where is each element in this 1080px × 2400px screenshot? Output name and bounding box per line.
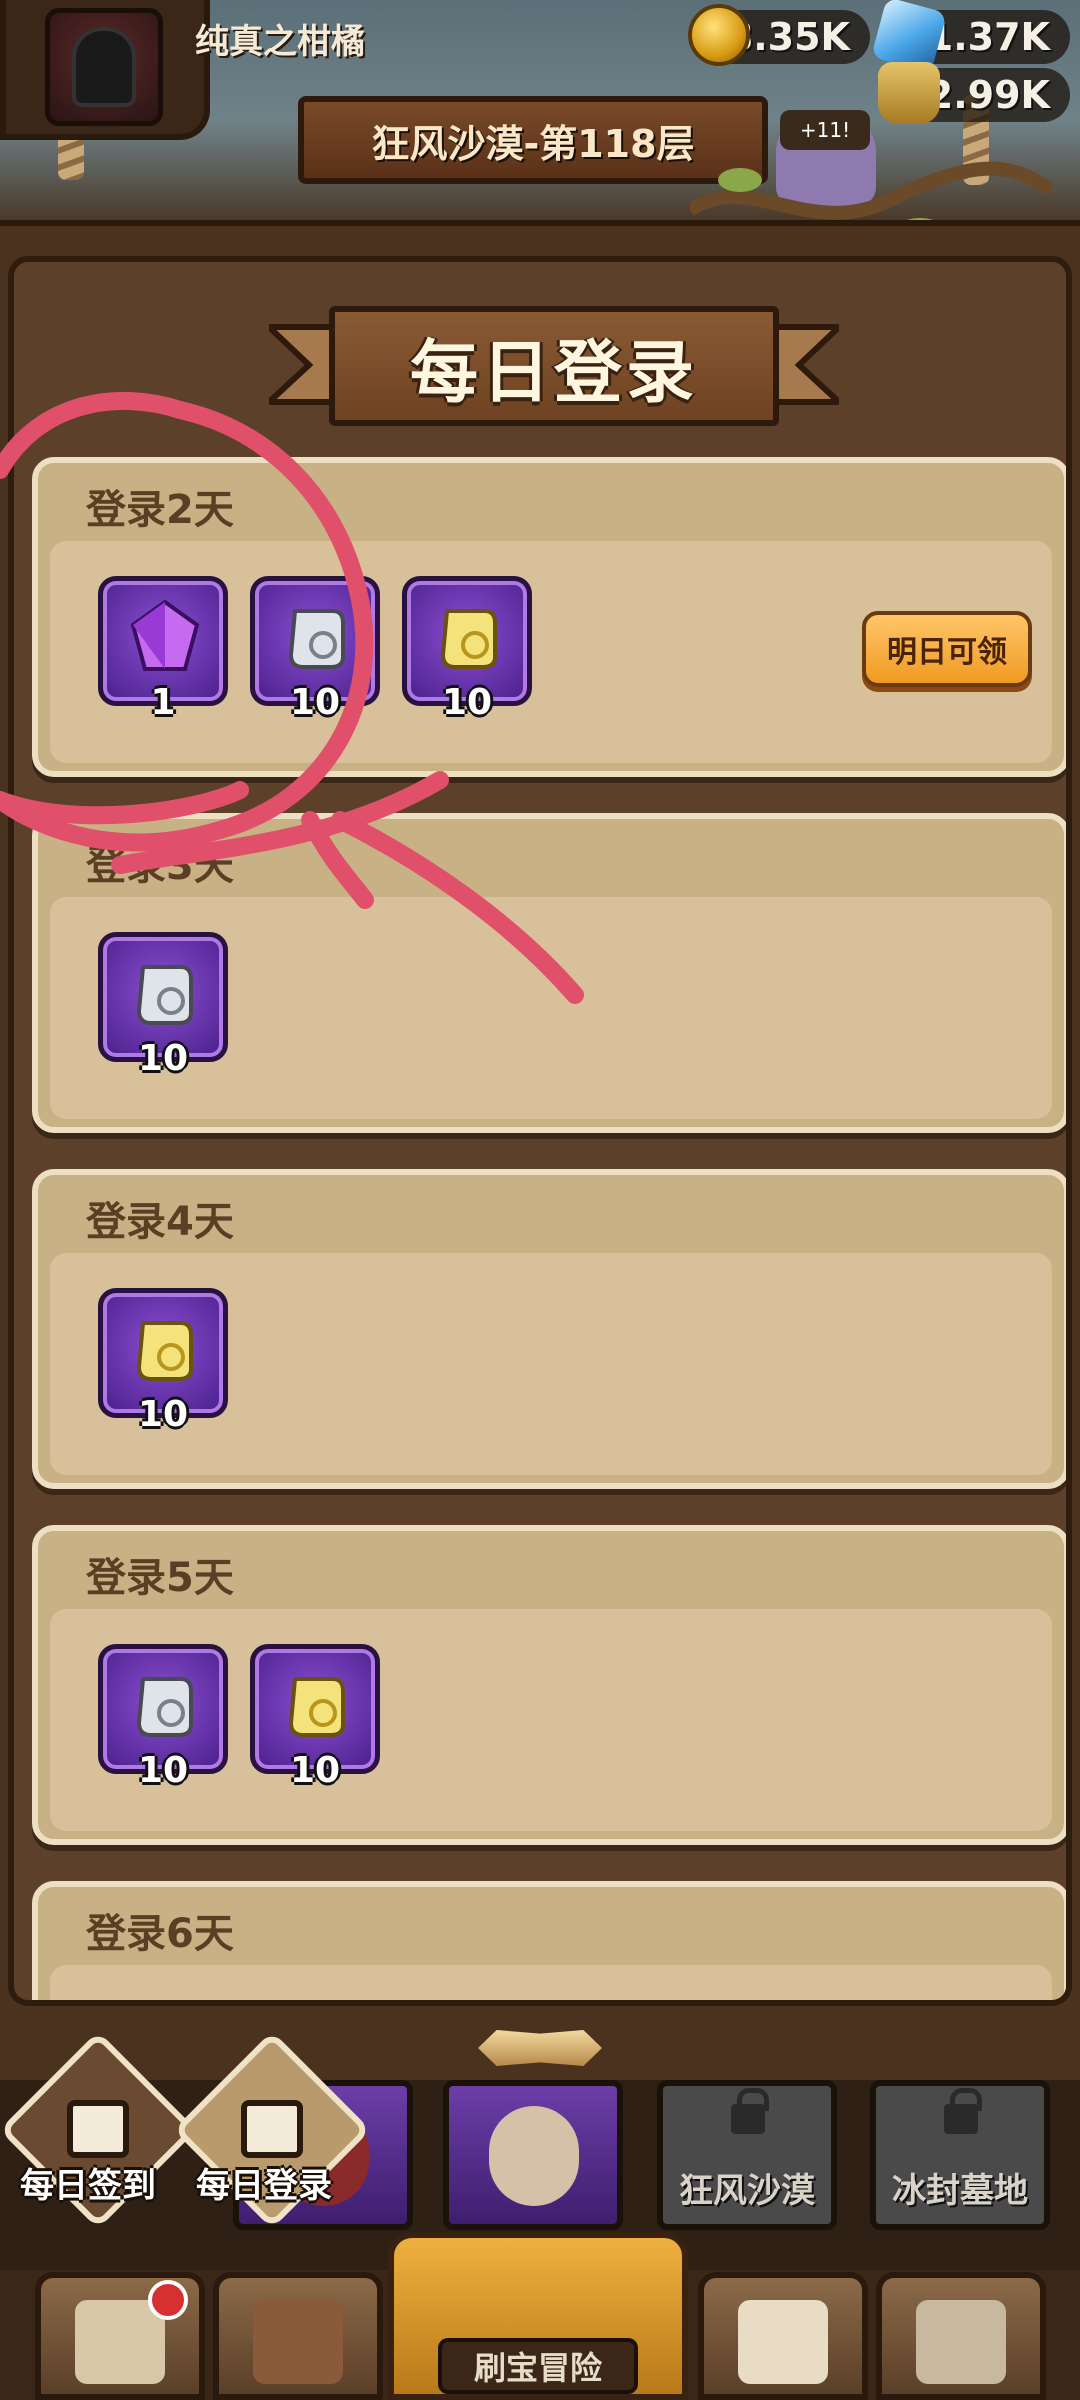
gem-value: 1.37K (926, 15, 1050, 59)
item-quantity: 10 (137, 1394, 189, 1435)
bald-man-portrait-icon (489, 2106, 579, 2206)
tab-label: 冰封墓地 (892, 2171, 1028, 2211)
day-rewards: 10 (50, 1253, 1052, 1475)
daily-login-panel: 每日登录 登录2天 1 10 10 明日可领 登录3天 10 登录4天 10 登… (0, 220, 1080, 2080)
hammer-icon (916, 2300, 1006, 2384)
day-card-2: 登录2天 1 10 10 明日可领 (32, 457, 1066, 777)
item-quantity: 10 (289, 682, 341, 723)
day-title: 登录4天 (86, 1199, 234, 1245)
day-title: 登录5天 (86, 1555, 234, 1601)
tab-frozen-tomb[interactable]: 冰封墓地 (870, 2080, 1050, 2230)
reward-item[interactable]: 10 (98, 932, 228, 1079)
purple-crystal-icon (130, 599, 200, 671)
lock-icon (944, 2088, 982, 2134)
day-rewards: 10 10 (50, 1609, 1052, 1831)
treasure-adventure-label: 刷宝冒险 (438, 2338, 638, 2394)
gem-counter[interactable]: 1.37K (871, 0, 1070, 73)
item-quantity: 10 (289, 1750, 341, 1791)
reward-item[interactable]: 10 (98, 1288, 228, 1435)
day-rewards: 1 10 10 明日可领 (50, 541, 1052, 763)
day-rewards (50, 1965, 1052, 2000)
claim-tomorrow-button[interactable]: 明日可领 (862, 611, 1032, 687)
coin-icon (688, 4, 750, 66)
item-quantity: 10 (441, 682, 493, 723)
daily-login-label: 每日登录 (196, 2166, 332, 2206)
coin-counter[interactable]: 8.35K (688, 4, 870, 66)
day-title: 登录2天 (86, 487, 234, 533)
divider-gem-icon (478, 2030, 602, 2066)
calendar-check-icon (67, 2100, 129, 2158)
item-quantity: 10 (137, 1750, 189, 1791)
pet-badge: +11! (780, 110, 870, 150)
gold-scroll-icon (136, 1321, 193, 1381)
reward-item[interactable]: 10 (98, 1644, 228, 1791)
day-card-5: 登录5天 10 10 (32, 1525, 1066, 1845)
notification-dot (148, 2280, 188, 2320)
panel-title: 每日登录 (329, 306, 779, 426)
reward-item[interactable]: 10 (402, 576, 532, 723)
reward-item[interactable]: 10 (250, 576, 380, 723)
potion-counter[interactable]: 2.99K (878, 62, 1070, 124)
character-tab-2[interactable] (443, 2080, 623, 2230)
day-card-4: 登录4天 10 (32, 1169, 1066, 1489)
day-rewards: 10 (50, 897, 1052, 1119)
tab-label: 狂风沙漠 (679, 2171, 815, 2211)
tab-windy-desert[interactable]: 狂风沙漠 (657, 2080, 837, 2230)
silver-scroll-icon (288, 609, 345, 669)
reward-item[interactable]: 1 (98, 576, 228, 723)
player-avatar[interactable] (45, 8, 163, 126)
gold-scroll-icon (440, 609, 497, 669)
item-quantity: 10 (137, 1038, 189, 1079)
item-quantity: 1 (150, 682, 176, 723)
backpack-icon (738, 2300, 828, 2384)
silver-scroll-icon (136, 965, 193, 1025)
reward-item[interactable]: 10 (250, 1644, 380, 1791)
day-title: 登录3天 (86, 843, 234, 889)
player-name: 纯真之柑橘 (195, 22, 365, 62)
day-card-6: 登录6天 (32, 1881, 1066, 2000)
silver-scroll-icon (136, 1677, 193, 1737)
day-card-3: 登录3天 10 (32, 813, 1066, 1133)
stage-title: 狂风沙漠-第118层 (371, 121, 695, 166)
hero-portrait-icon (253, 2300, 343, 2384)
day-title: 登录6天 (86, 1911, 234, 1957)
daily-checkin-label: 每日签到 (20, 2166, 156, 2206)
gold-scroll-icon (288, 1677, 345, 1737)
potion-jar-icon (878, 62, 940, 124)
panel-inner: 每日登录 登录2天 1 10 10 明日可领 登录3天 10 登录4天 10 登… (8, 256, 1072, 2006)
gift-icon (241, 2100, 303, 2158)
potion-value: 2.99K (926, 73, 1050, 117)
lock-icon (731, 2088, 769, 2134)
helmet-icon (72, 27, 136, 107)
